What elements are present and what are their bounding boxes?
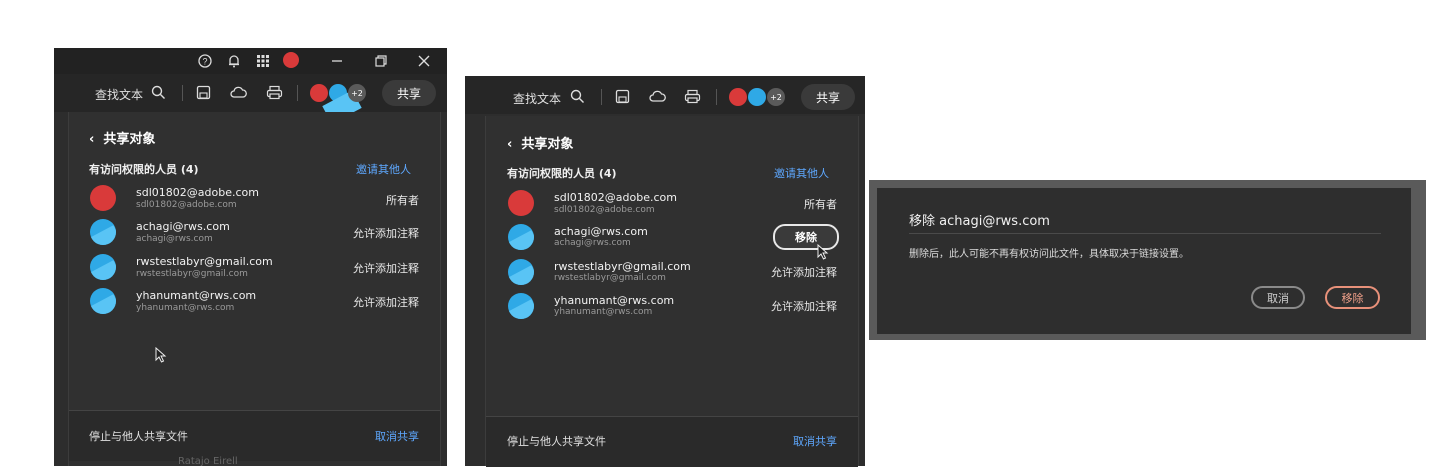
collaborator-avatar[interactable] [329, 84, 347, 102]
person-role[interactable]: 允许添加注释 [353, 294, 419, 310]
person-email: rwstestlabyr@gmail.com [136, 269, 248, 279]
person-name: sdl01802@adobe.com [554, 191, 677, 204]
mouse-cursor-icon [155, 347, 167, 363]
find-text-label[interactable]: 查找文本 [513, 90, 561, 107]
search-icon[interactable] [151, 85, 166, 100]
toolbar-divider [601, 89, 602, 105]
person-email: yhanumant@rws.com [554, 307, 653, 317]
collaborator-avatar[interactable] [748, 88, 766, 106]
extra-collaborators-badge[interactable]: +2 [767, 88, 785, 106]
person-name: yhanumant@rws.com [136, 289, 257, 302]
confirm-remove-button[interactable]: 移除 [1325, 286, 1380, 309]
confirm-dialog: 移除 achagi@rws.com 删除后，此人可能不再有权访问此文件，具体取决… [877, 188, 1411, 334]
back-button[interactable]: ‹ 共享对象 [507, 133, 573, 152]
dialog-message: 删除后，此人可能不再有权访问此文件，具体取决于链接设置。 [909, 249, 1189, 260]
dialog-title: 移除 achagi@rws.com [909, 214, 1050, 229]
share-button[interactable]: 共享 [801, 84, 855, 110]
avatar [90, 219, 116, 245]
unshare-link[interactable]: 取消共享 [375, 428, 419, 444]
person-email: yhanumant@rws.com [136, 303, 235, 313]
share-sheet: ‹ 共享对象 有访问权限的人员 (4) 邀请其他人 sdl01802@adobe… [485, 116, 859, 467]
person-role[interactable]: 所有者 [386, 192, 419, 208]
person-email: achagi@rws.com [554, 238, 631, 248]
help-icon[interactable]: ? [198, 54, 212, 68]
unshare-link[interactable]: 取消共享 [793, 433, 837, 449]
invite-link[interactable]: 邀请其他人 [356, 161, 411, 177]
account-avatar[interactable] [283, 52, 299, 68]
share-panel-1: ? 查找文本 +2 共享 ‹ 共享对象 有访问权限的人员 (4) 邀请其他人 s… [54, 48, 447, 466]
cancel-button[interactable]: 取消 [1251, 286, 1305, 309]
person-email: sdl01802@adobe.com [136, 200, 237, 210]
section-title: 有访问权限的人员 (4) [507, 167, 617, 180]
person-name: achagi@rws.com [554, 225, 648, 238]
owner-avatar[interactable] [729, 88, 747, 106]
cloud-icon[interactable] [230, 85, 247, 100]
remove-button[interactable]: 移除 [773, 224, 839, 250]
avatar [508, 259, 534, 285]
person-name: rwstestlabyr@gmail.com [136, 255, 273, 268]
person-role[interactable]: 所有者 [804, 196, 837, 212]
owner-avatar[interactable] [310, 84, 328, 102]
toolbar-divider [716, 89, 717, 105]
search-icon[interactable] [570, 89, 585, 104]
person-role[interactable]: 允许添加注释 [771, 298, 837, 314]
save-icon[interactable] [615, 89, 630, 104]
section-title: 有访问权限的人员 (4) [89, 163, 199, 176]
share-button[interactable]: 共享 [382, 80, 436, 106]
restore-icon[interactable] [374, 54, 388, 68]
minimize-icon[interactable] [330, 54, 344, 68]
person-email: rwstestlabyr@gmail.com [554, 273, 666, 283]
background-window-text: Ratajo Eirell [178, 456, 238, 467]
sheet-footer: 停止与他人共享文件 取消共享 [486, 416, 858, 467]
page-title: 共享对象 [103, 132, 156, 147]
bell-icon[interactable] [227, 54, 241, 68]
person-role[interactable]: 允许添加注释 [771, 264, 837, 280]
svg-text:?: ? [202, 57, 207, 67]
person-name: yhanumant@rws.com [554, 294, 675, 307]
cloud-icon[interactable] [649, 89, 666, 104]
avatar [508, 190, 534, 216]
toolbar: 查找文本 +2 共享 [465, 76, 865, 114]
avatar [90, 185, 116, 211]
person-role[interactable]: 允许添加注释 [353, 260, 419, 276]
person-email: achagi@rws.com [136, 234, 213, 244]
person-email: sdl01802@adobe.com [554, 205, 655, 215]
person-name: sdl01802@adobe.com [136, 186, 259, 199]
share-sheet: ‹ 共享对象 有访问权限的人员 (4) 邀请其他人 sdl01802@adobe… [68, 112, 441, 466]
stop-sharing-text: 停止与他人共享文件 [89, 430, 188, 443]
find-text-label[interactable]: 查找文本 [95, 86, 143, 103]
avatar [508, 224, 534, 250]
close-icon[interactable] [417, 54, 431, 68]
stop-sharing-text: 停止与他人共享文件 [507, 435, 606, 448]
avatar [90, 288, 116, 314]
save-icon[interactable] [196, 85, 211, 100]
confirm-dialog-frame: 移除 achagi@rws.com 删除后，此人可能不再有权访问此文件，具体取决… [869, 180, 1426, 340]
sheet-footer: 停止与他人共享文件 取消共享 [69, 410, 440, 461]
print-icon[interactable] [684, 89, 701, 104]
dialog-divider [909, 233, 1381, 234]
page-title: 共享对象 [521, 137, 574, 152]
person-role[interactable]: 允许添加注释 [353, 225, 419, 241]
invite-link[interactable]: 邀请其他人 [774, 165, 829, 181]
toolbar: 查找文本 +2 共享 [54, 74, 447, 112]
person-name: rwstestlabyr@gmail.com [554, 260, 691, 273]
window-titlebar: ? [54, 48, 447, 74]
toolbar-divider [297, 85, 298, 101]
mouse-cursor-icon [817, 244, 829, 260]
person-name: achagi@rws.com [136, 220, 230, 233]
avatar [508, 293, 534, 319]
apps-grid-icon[interactable] [256, 54, 270, 68]
share-panel-2: 查找文本 +2 共享 ‹ 共享对象 有访问权限的人员 (4) 邀请其他人 sdl… [465, 76, 865, 467]
avatar [90, 254, 116, 280]
print-icon[interactable] [266, 85, 283, 100]
toolbar-divider [182, 85, 183, 101]
extra-collaborators-badge[interactable]: +2 [348, 84, 366, 102]
back-button[interactable]: ‹ 共享对象 [89, 128, 155, 147]
